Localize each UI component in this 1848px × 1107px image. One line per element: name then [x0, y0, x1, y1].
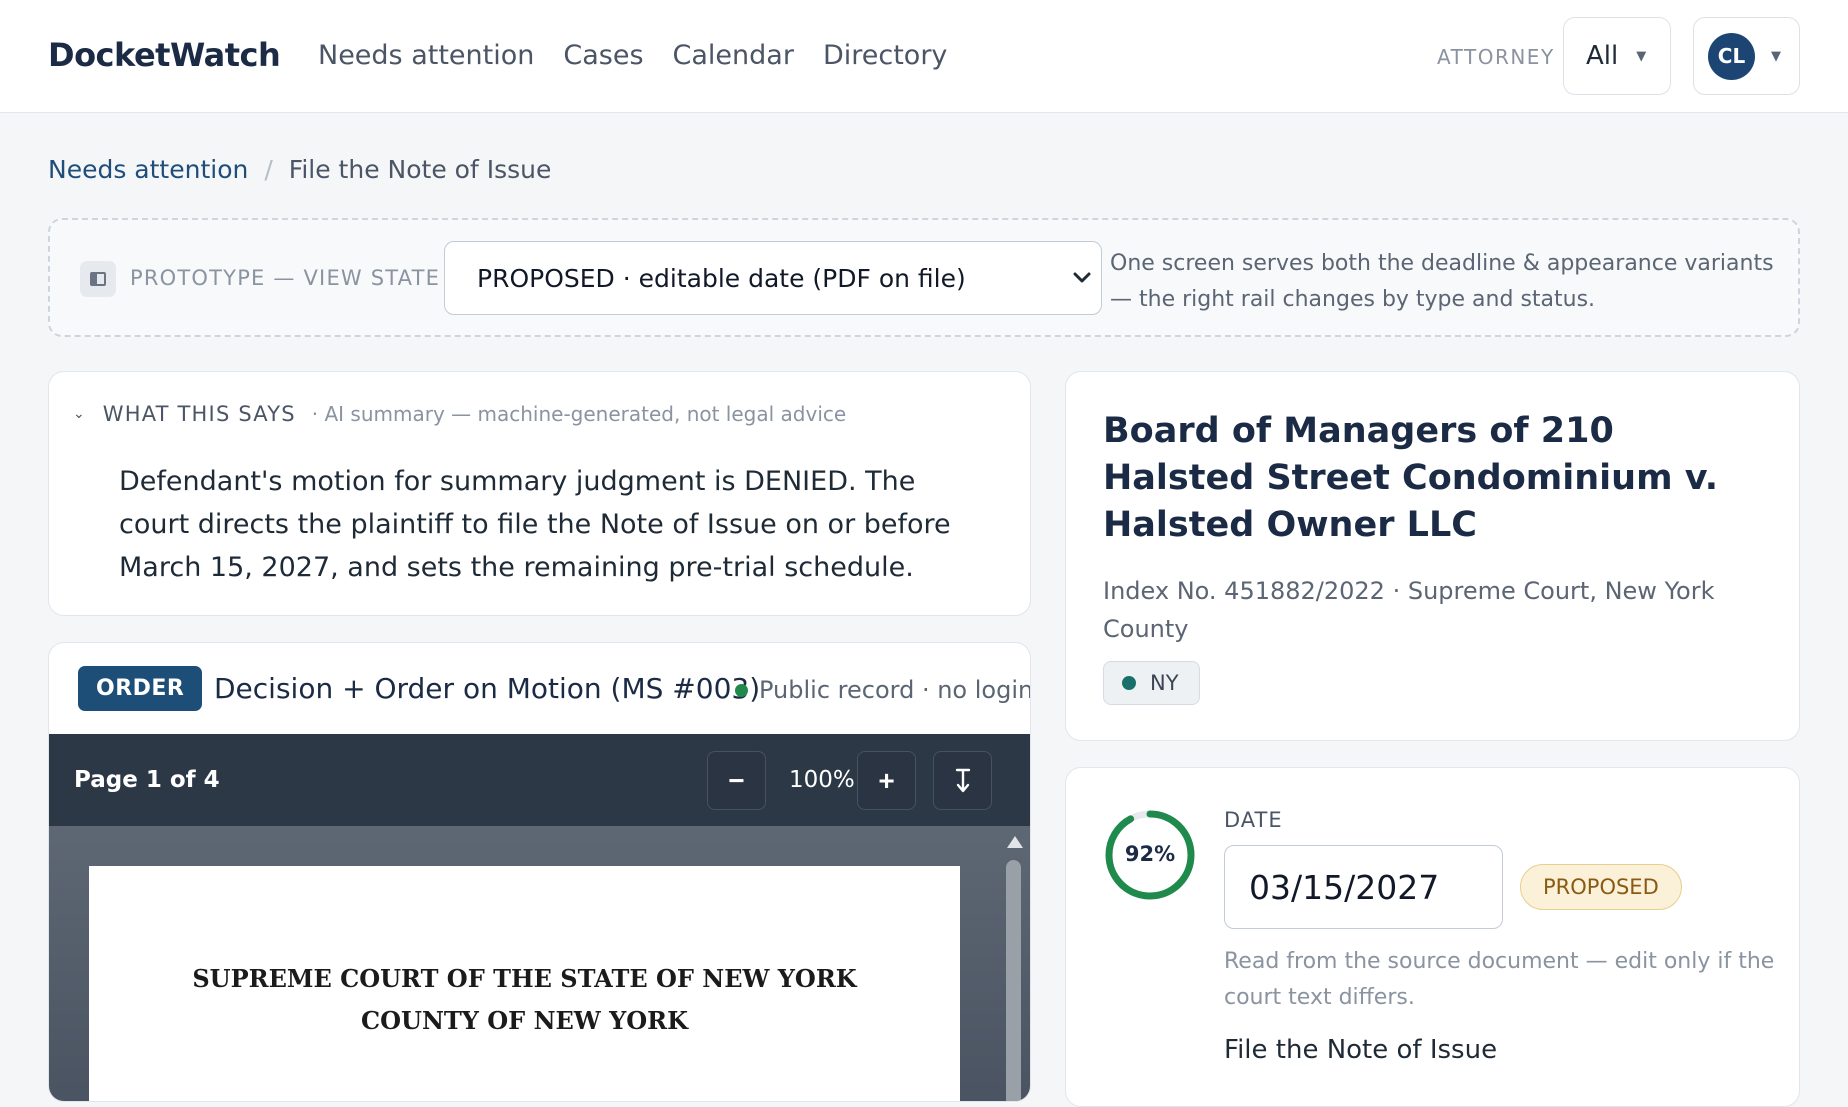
pdf-viewport[interactable]: SUPREME COURT OF THE STATE OF NEW YORK C…: [49, 826, 1030, 1101]
document-title: Decision + Order on Motion (MS #003): [214, 672, 761, 705]
deadline-card: 92% DATE 03/15/2027 PROPOSED Read from t…: [1065, 767, 1800, 1107]
prototype-view-state-panel: PROTOTYPE — VIEW STATE PROPOSED · editab…: [48, 218, 1800, 337]
date-help-text: Read from the source document — edit onl…: [1224, 949, 1775, 1010]
nav-needs-attention[interactable]: Needs attention: [318, 40, 534, 71]
fit-height-icon: [955, 768, 970, 792]
date-label: DATE: [1224, 808, 1283, 832]
pdf-heading-line-1: SUPREME COURT OF THE STATE OF NEW YORK: [192, 964, 857, 993]
scroll-thumb[interactable]: [1006, 860, 1021, 1101]
prototype-label: PROTOTYPE — VIEW STATE: [130, 266, 441, 290]
main-nav: Needs attention Cases Calendar Directory: [318, 40, 947, 71]
breadcrumb-current: File the Note of Issue: [288, 155, 552, 184]
minus-icon: −: [728, 764, 745, 796]
breadcrumb: Needs attention / File the Note of Issue: [48, 155, 551, 184]
ai-summary-card: ⌄ WHAT THIS SAYS · AI summary — machine-…: [48, 371, 1031, 616]
caret-down-icon: ▼: [1771, 48, 1781, 64]
deadline-date-value: 03/15/2027: [1249, 867, 1440, 907]
chevron-down-icon: ⌄: [73, 406, 85, 422]
attorney-filter-value: All: [1586, 41, 1619, 71]
plus-icon: +: [878, 764, 895, 796]
pdf-page: SUPREME COURT OF THE STATE OF NEW YORK C…: [89, 866, 960, 1101]
breadcrumb-separator: /: [264, 155, 273, 184]
nav-calendar[interactable]: Calendar: [673, 40, 794, 71]
attorney-filter-label: ATTORNEY: [1437, 45, 1555, 69]
view-state-select[interactable]: PROPOSED · editable date (PDF on file): [444, 241, 1102, 315]
summary-disclaimer: · AI summary — machine-generated, not le…: [311, 402, 847, 426]
avatar: CL: [1708, 32, 1755, 80]
user-menu-button[interactable]: CL ▼: [1693, 17, 1800, 95]
breadcrumb-parent-link[interactable]: Needs attention: [48, 155, 248, 184]
prototype-note: One screen serves both the deadline & ap…: [1110, 251, 1774, 312]
status-dot-icon: [735, 683, 748, 697]
panel-icon: [80, 261, 116, 297]
nav-directory[interactable]: Directory: [823, 40, 947, 71]
pdf-court-heading: SUPREME COURT OF THE STATE OF NEW YORK C…: [89, 958, 960, 1042]
caret-down-icon: ▼: [1636, 48, 1647, 64]
jurisdiction-label: NY: [1150, 671, 1179, 695]
status-badge: PROPOSED: [1520, 864, 1682, 910]
zoom-in-button[interactable]: +: [857, 751, 916, 810]
document-header: ORDER Decision + Order on Motion (MS #00…: [49, 643, 1030, 734]
public-record-status: Public record · no login: [735, 676, 1031, 704]
summary-text: Defendant's motion for summary judgment …: [119, 466, 951, 583]
pdf-heading-line-2: COUNTY OF NEW YORK: [361, 1006, 688, 1035]
nav-cases[interactable]: Cases: [563, 40, 643, 71]
pdf-toolbar: Page 1 of 4 − 100% +: [49, 734, 1030, 826]
document-viewer-card: ORDER Decision + Order on Motion (MS #00…: [48, 642, 1031, 1102]
deadline-date-input[interactable]: 03/15/2027: [1224, 845, 1503, 929]
task-name: File the Note of Issue: [1224, 1035, 1498, 1065]
fit-height-button[interactable]: [933, 751, 992, 810]
scroll-up-arrow-icon[interactable]: [1007, 836, 1023, 848]
attorney-filter-select[interactable]: All ▼: [1563, 17, 1671, 95]
brand-logo[interactable]: DocketWatch: [48, 36, 281, 74]
case-meta: Index No. 451882/2022 · Supreme Court, N…: [1103, 577, 1715, 643]
summary-toggle[interactable]: ⌄ WHAT THIS SAYS · AI summary — machine-…: [73, 402, 846, 426]
public-record-label: Public record · no login: [759, 676, 1031, 704]
view-state-value: PROPOSED · editable date (PDF on file): [477, 263, 966, 293]
case-title: Board of Managers of 210 Halsted Street …: [1103, 411, 1718, 545]
top-bar: DocketWatch Needs attention Cases Calend…: [0, 0, 1848, 113]
confidence-label: 92%: [1124, 842, 1176, 866]
zoom-level: 100%: [789, 767, 855, 793]
zoom-out-button[interactable]: −: [707, 751, 766, 810]
document-type-badge: ORDER: [78, 666, 203, 711]
case-info-card: Board of Managers of 210 Halsted Street …: [1065, 371, 1800, 741]
summary-title: WHAT THIS SAYS: [102, 402, 296, 426]
jurisdiction-dot-icon: [1122, 676, 1136, 690]
page-indicator: Page 1 of 4: [74, 767, 220, 793]
pdf-scrollbar[interactable]: [1003, 836, 1023, 1101]
chevron-down-icon: [1073, 272, 1091, 283]
jurisdiction-chip: NY: [1103, 661, 1200, 705]
